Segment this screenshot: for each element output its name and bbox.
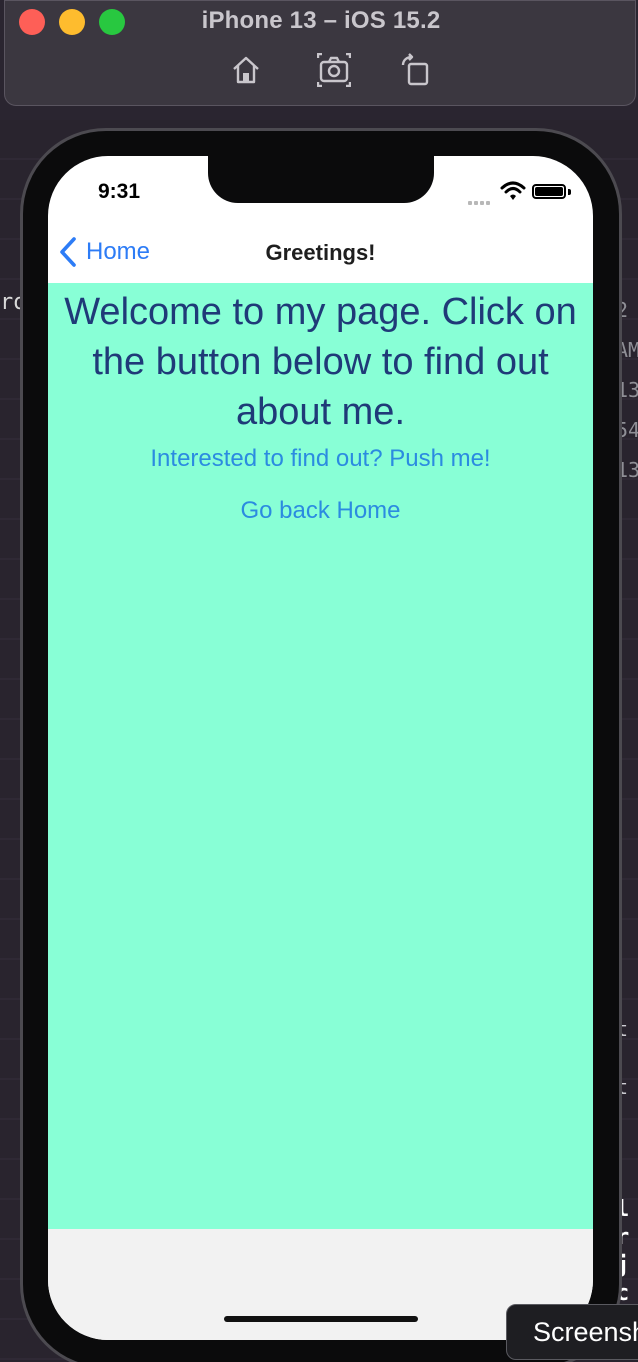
rotate-icon[interactable] bbox=[397, 53, 431, 87]
home-icon[interactable] bbox=[229, 53, 263, 87]
welcome-headline: Welcome to my page. Click on the button … bbox=[64, 291, 577, 433]
simulator-title: iPhone 13 – iOS 15.2 bbox=[201, 7, 441, 34]
navigation-bar: Home Greetings! bbox=[48, 228, 593, 282]
go-back-home-button[interactable]: Go back Home bbox=[48, 497, 593, 525]
status-icons bbox=[468, 180, 578, 205]
screenshot-overlay-button[interactable]: Screenshot bbox=[506, 1304, 638, 1360]
interested-button[interactable]: Interested to find out? Push me! bbox=[48, 445, 593, 473]
wifi-icon bbox=[500, 181, 526, 200]
battery-tip bbox=[568, 189, 571, 195]
screenshot-icon[interactable] bbox=[316, 52, 352, 88]
cellular-signal-icon bbox=[468, 192, 494, 205]
nav-title: Greetings! bbox=[265, 240, 376, 265]
simulator-titlebar: iPhone 13 – iOS 15.2 bbox=[4, 0, 636, 106]
main-content: Welcome to my page. Click on the button … bbox=[48, 283, 593, 1229]
battery-icon bbox=[532, 184, 566, 199]
ide-edge-text-left: ro bbox=[0, 290, 27, 315]
iphone-screen: 9:31 Home Greetings! Welcome to my page.… bbox=[48, 156, 593, 1340]
notch bbox=[208, 156, 434, 203]
status-time: 9:31 bbox=[98, 180, 141, 203]
home-indicator[interactable] bbox=[224, 1316, 418, 1322]
